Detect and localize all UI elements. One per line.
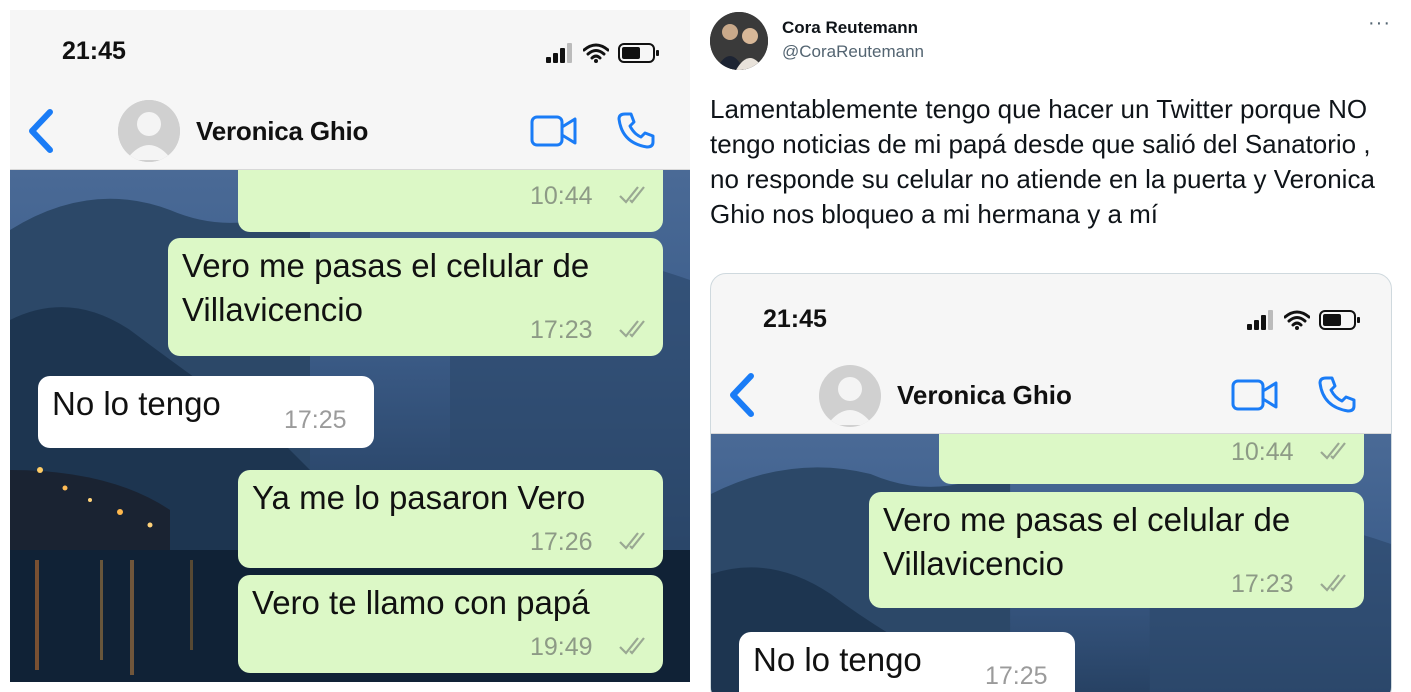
signal-icon: [546, 43, 572, 63]
message-bubble-outgoing[interactable]: 10:44: [238, 170, 663, 232]
chat-header: Veronica Ghio: [711, 358, 1391, 434]
message-time: 17:25: [284, 406, 347, 434]
message-bubble-outgoing[interactable]: Vero te llamo con papá 19:49: [238, 575, 663, 673]
back-chevron-icon: [730, 373, 754, 417]
battery-icon: [618, 43, 659, 63]
status-bar: 21:45: [10, 10, 690, 90]
message-bubble-outgoing: Vero me pasas el celular de Villavicenci…: [869, 492, 1364, 608]
double-check-icon: [619, 320, 645, 338]
message-text: Vero me pasas el celular de: [182, 247, 590, 284]
phone-call-icon[interactable]: [616, 110, 656, 150]
contact-name[interactable]: Veronica Ghio: [196, 116, 368, 147]
double-check-icon: [1320, 442, 1346, 460]
video-call-icon[interactable]: [530, 114, 578, 148]
message-text: No lo tengo: [52, 385, 221, 422]
message-text: Vero me pasas el celular de: [883, 501, 1291, 538]
tweet-author-name[interactable]: Cora Reutemann: [782, 18, 918, 38]
message-time: 17:23: [1231, 570, 1294, 598]
message-time: 17:25: [985, 662, 1048, 690]
whatsapp-screenshot: 21:45 Veronica Ghio 10:44 Vero me pasas …: [10, 10, 690, 682]
status-icons: [546, 42, 660, 64]
signal-icon: [1247, 310, 1273, 330]
chat-area[interactable]: 10:44 Vero me pasas el celular de Villav…: [10, 170, 690, 682]
message-time: 10:44: [1231, 438, 1294, 466]
chat-area: 10:44 Vero me pasas el celular de Villav…: [711, 434, 1391, 692]
message-text: Ya me lo pasaron Vero: [252, 479, 586, 516]
contact-avatar[interactable]: [118, 100, 180, 162]
message-bubble-outgoing[interactable]: Ya me lo pasaron Vero 17:26: [238, 470, 663, 568]
avatar-placeholder-icon: [819, 365, 881, 427]
back-chevron-icon[interactable]: [26, 108, 56, 154]
double-check-icon: [619, 186, 645, 204]
message-time: 17:23: [530, 316, 593, 344]
status-icons: [1247, 309, 1361, 331]
tweet-text: Lamentablemente tengo que hacer un Twitt…: [710, 94, 1375, 229]
message-bubble-incoming: No lo tengo 17:25: [739, 632, 1075, 692]
message-bubble-outgoing: 10:44: [939, 434, 1364, 484]
double-check-icon: [619, 532, 645, 550]
avatar-placeholder-icon: [118, 100, 180, 162]
contact-name: Veronica Ghio: [897, 380, 1072, 410]
message-time: 19:49: [530, 633, 593, 661]
message-text: No lo tengo: [753, 641, 922, 678]
message-text: Vero te llamo con papá: [252, 584, 590, 621]
wifi-icon: [583, 43, 609, 63]
status-time: 21:45: [763, 305, 827, 333]
battery-icon: [1319, 310, 1360, 330]
status-time: 21:45: [62, 37, 126, 65]
wifi-icon: [1284, 310, 1310, 330]
contact-avatar: [819, 365, 881, 427]
double-check-icon: [1320, 574, 1346, 592]
tweet-author-avatar[interactable]: [710, 12, 768, 70]
tweet-media-image[interactable]: 21:45 Veronica Ghio 10:44 Vero me pasas …: [710, 273, 1392, 692]
chat-header: Veronica Ghio: [10, 92, 690, 170]
message-bubble-incoming[interactable]: No lo tengo 17:25: [38, 376, 374, 448]
message-time: 10:44: [530, 182, 593, 210]
message-text: Villavicencio: [883, 545, 1064, 582]
tweet-author-handle[interactable]: @CoraReutemann: [782, 42, 924, 62]
phone-call-icon: [1318, 376, 1356, 413]
double-check-icon: [619, 637, 645, 655]
message-time: 17:26: [530, 528, 593, 556]
message-bubble-outgoing[interactable]: Vero me pasas el celular de Villavicenci…: [168, 238, 663, 356]
tweet-card: Cora Reutemann @CoraReutemann ··· Lament…: [700, 0, 1411, 692]
author-photo-image: [710, 12, 768, 70]
video-call-icon: [1231, 379, 1278, 411]
more-options-icon[interactable]: ···: [1368, 12, 1391, 35]
message-text: Villavicencio: [182, 291, 363, 328]
